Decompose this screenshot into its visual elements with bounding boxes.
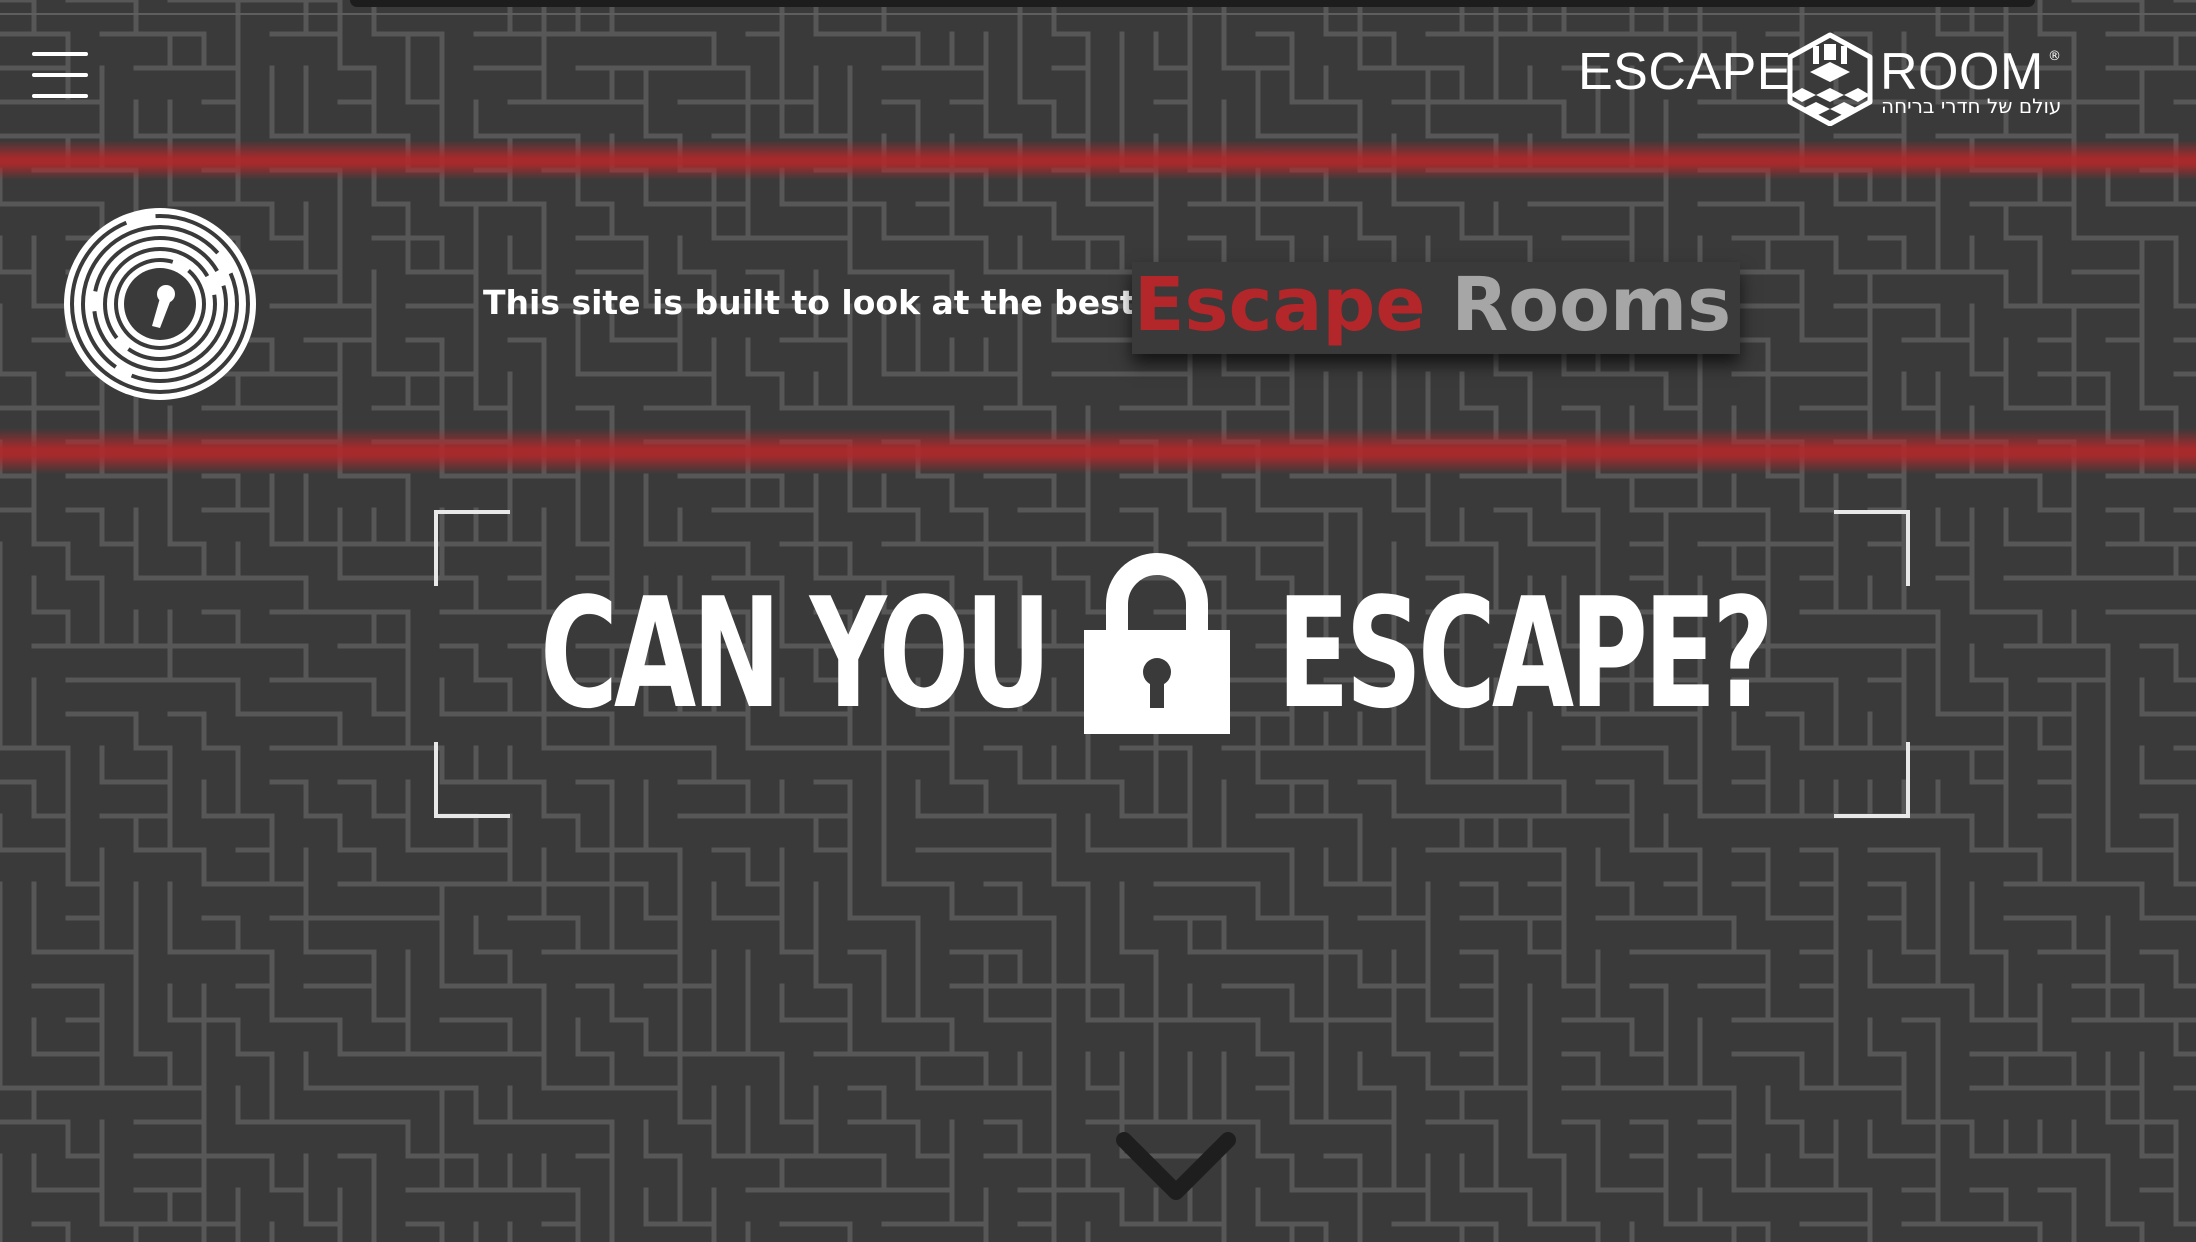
- top-divider: [0, 13, 2196, 15]
- chevron-down-icon[interactable]: [1116, 1130, 1236, 1206]
- padlock-icon: [1084, 553, 1230, 734]
- frame-corner-bottom-left: [434, 742, 510, 818]
- frame-corner-top-left: [434, 510, 510, 586]
- highlight-title: Escape Rooms: [1134, 268, 1731, 342]
- headline-can-you: CAN YOU: [540, 565, 1051, 742]
- frame-corner-top-right: [1834, 510, 1910, 586]
- registered-mark: ®: [2048, 49, 2061, 64]
- top-bar: [350, 0, 2035, 7]
- highlight-word-escape: Escape: [1134, 262, 1452, 348]
- highlight-word-rooms: Rooms: [1451, 262, 1732, 348]
- headline-escape: ESCAPE?: [1277, 565, 1774, 742]
- logo-word-room: ROOM: [1880, 43, 2044, 101]
- circular-maze-keyhole-icon[interactable]: [62, 206, 258, 402]
- escape-room-logo[interactable]: ESCAPE ROOM ® עולם של חדרי בריחה: [1578, 32, 2063, 132]
- logo-word-escape: ESCAPE: [1578, 43, 1792, 101]
- escape-room-cube-icon: [1787, 32, 1873, 126]
- logo-tagline: עולם של חדרי בריחה: [1881, 94, 2062, 118]
- frame-corner-bottom-right: [1834, 742, 1910, 818]
- hero-tagline: This site is built to look at the best :: [483, 283, 1161, 322]
- hamburger-menu-icon[interactable]: [30, 50, 90, 100]
- red-band-top: [0, 140, 2196, 180]
- red-band-bottom: [0, 428, 2196, 474]
